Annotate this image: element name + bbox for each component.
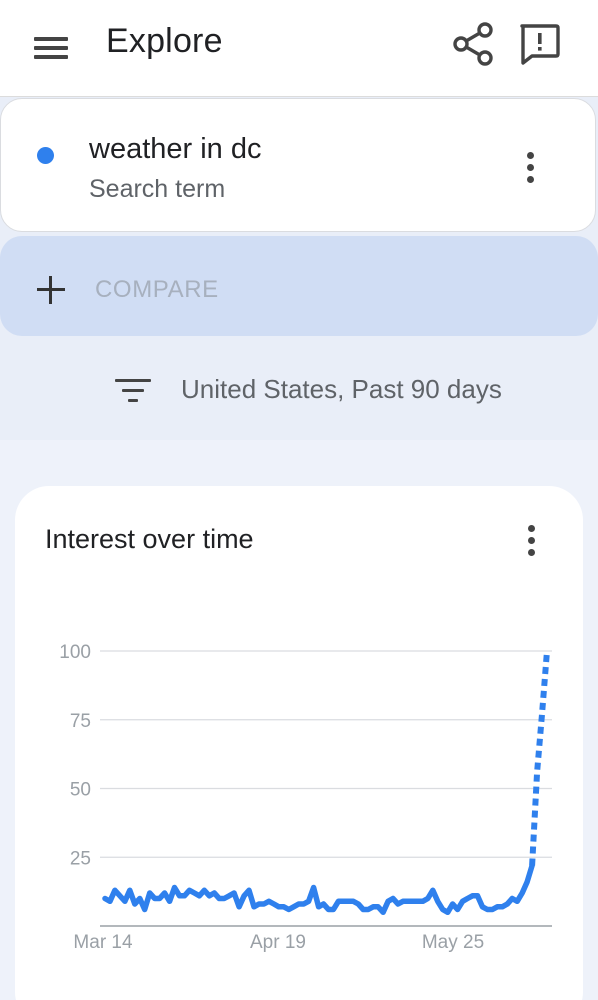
x-tick-label: Apr 19	[250, 932, 306, 953]
filter-summary: United States, Past 90 days	[181, 374, 502, 404]
series-color-dot	[37, 147, 54, 164]
y-tick-label: 25	[70, 848, 91, 869]
page-title: Explore	[106, 22, 223, 60]
search-term-card[interactable]: weather in dc Search term	[0, 98, 596, 232]
interest-line-chart: 100 75 50 25 Mar 14 Apr 19 May 25	[59, 642, 552, 953]
explore-screen: Explore weather in dc Search term COMPAR…	[0, 0, 598, 1000]
compare-button[interactable]	[0, 236, 598, 336]
interest-over-time-card: Interest over time 100 75 50 25 Mar 14 Apr 19…	[15, 486, 583, 1000]
filter-row[interactable]: United States, Past 90 days	[0, 352, 598, 428]
more-vert-icon[interactable]	[516, 146, 546, 190]
hamburger-menu-icon[interactable]	[22, 25, 80, 69]
y-tick-label: 50	[70, 780, 91, 801]
x-tick-label: May 25	[422, 932, 484, 953]
feedback-icon[interactable]	[512, 18, 566, 72]
search-term-type: Search term	[89, 175, 226, 203]
y-tick-label: 75	[70, 711, 91, 732]
search-term-name: weather in dc	[89, 133, 262, 165]
compare-label: COMPARE	[95, 276, 219, 303]
y-tick-label: 100	[59, 642, 91, 663]
filter-icon	[115, 376, 151, 404]
series-line	[102, 862, 535, 916]
share-icon[interactable]	[448, 20, 498, 70]
plus-icon	[37, 276, 65, 304]
x-tick-label: Mar 14	[73, 932, 133, 953]
series-line-partial	[529, 650, 550, 866]
top-app-bar: Explore	[0, 0, 598, 97]
